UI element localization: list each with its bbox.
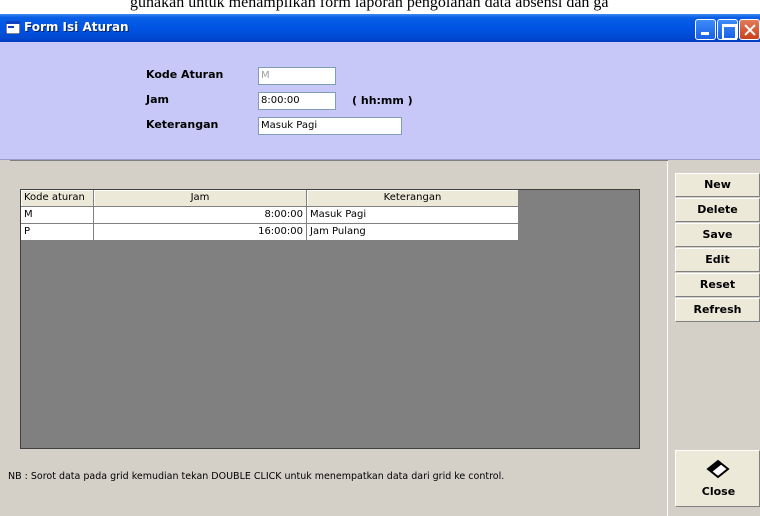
document-caption: gunakan untuk menampilkan form laporan p… [130,0,609,11]
cell-keterangan: Jam Pulang [307,224,519,241]
kode-aturan-field[interactable]: M [258,67,336,85]
cell-kode: M [21,207,94,224]
jam-format-hint: ( hh:mm ) [352,94,413,107]
column-header-jam[interactable]: Jam [94,190,307,207]
help-note: NB : Sorot data pada grid kemudian tekan… [8,471,505,482]
edit-button[interactable]: Edit [675,248,760,272]
button-panel: New Delete Save Edit Reset Refresh Close [668,160,760,516]
data-grid[interactable]: Kode aturan Jam Keterangan M 8:00:00 Mas… [20,189,640,449]
cell-keterangan: Masuk Pagi [307,207,519,224]
grid-header-row: Kode aturan Jam Keterangan [21,190,519,207]
close-button-label: Close [701,485,736,498]
kode-aturan-label: Kode Aturan [146,68,224,81]
form-icon [6,21,20,34]
edit-button-label: Edit [705,253,730,266]
save-button-label: Save [702,228,733,241]
jam-label: Jam [146,93,169,106]
jam-field[interactable]: 8:00:00 [258,92,336,110]
save-button[interactable]: Save [675,223,760,247]
form-header-panel: Kode Aturan M Jam 8:00:00 ( hh:mm ) Kete… [0,42,760,160]
reset-button[interactable]: Reset [675,273,760,297]
refresh-button[interactable]: Refresh [675,298,760,322]
column-header-keterangan[interactable]: Keterangan [307,190,519,207]
refresh-button-label: Refresh [693,303,742,316]
column-header-kode[interactable]: Kode aturan [21,190,94,207]
title-bar[interactable]: Form Isi Aturan [0,14,760,42]
eraser-icon [706,459,730,479]
cell-jam: 8:00:00 [94,207,307,224]
form-window: Form Isi Aturan Kode Aturan M Jam 8:00:0… [0,14,760,516]
table-row[interactable]: M 8:00:00 Masuk Pagi [21,207,519,224]
maximize-icon[interactable] [717,19,738,40]
cell-kode: P [21,224,94,241]
window-title: Form Isi Aturan [24,20,129,34]
minimize-icon[interactable] [695,19,716,40]
close-button[interactable]: Close [675,450,760,507]
table-row[interactable]: P 16:00:00 Jam Pulang [21,224,519,241]
close-window-icon[interactable] [739,19,760,40]
delete-button[interactable]: Delete [675,198,760,222]
keterangan-label: Keterangan [146,118,219,131]
keterangan-field[interactable]: Masuk Pagi [258,117,402,135]
new-button-label: New [704,178,731,191]
grid-panel: Kode aturan Jam Keterangan M 8:00:00 Mas… [0,160,668,516]
cell-jam: 16:00:00 [94,224,307,241]
delete-button-label: Delete [697,203,738,216]
new-button[interactable]: New [675,173,760,197]
reset-button-label: Reset [699,278,736,291]
